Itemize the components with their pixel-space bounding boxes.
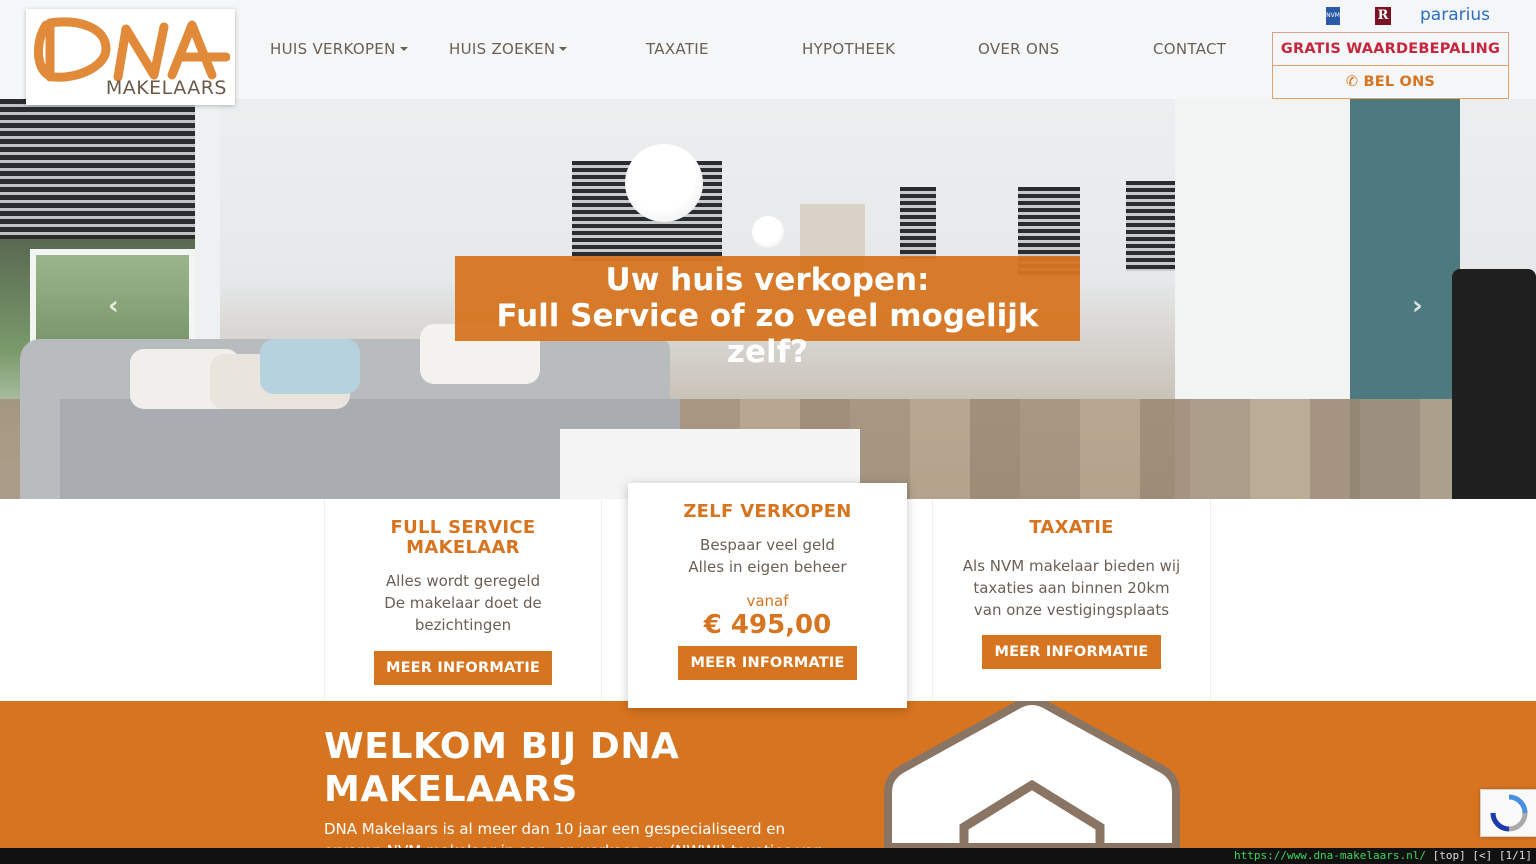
bel-ons-label: BEL ONS [1363, 74, 1436, 90]
logo-subtitle: MAKELAARS [105, 77, 227, 99]
hero-carousel: Uw huis verkopen: Full Service of zo vee… [0, 99, 1536, 499]
card-line: Alles in eigen beheer [688, 558, 847, 576]
house-graphic [884, 701, 1180, 851]
card-line: Als NVM makelaar bieden wij taxaties aan… [962, 557, 1181, 619]
meer-informatie-button[interactable]: MEER INFORMATIE [678, 646, 857, 680]
hero-stove [1452, 269, 1536, 499]
hero-window [1126, 181, 1176, 271]
card-taxatie: TAXATIE Als NVM makelaar bieden wij taxa… [932, 499, 1211, 699]
phone-icon: ✆ [1345, 74, 1359, 90]
hero-blinds [0, 99, 195, 239]
card-line: Bespaar veel geld [700, 536, 835, 554]
nav-over-ons[interactable]: OVER ONS [978, 40, 1059, 58]
status-url: https://www.dna-makelaars.nl/ [1233, 849, 1427, 862]
nav-huis-verkopen[interactable]: HUIS VERKOPEN [270, 40, 408, 58]
nav-contact[interactable]: CONTACT [1153, 40, 1226, 58]
hero-caption: Uw huis verkopen: Full Service of zo vee… [455, 256, 1080, 370]
nav-huis-zoeken[interactable]: HUIS ZOEKEN [449, 40, 568, 58]
card-title: ZELF VERKOPEN [683, 501, 852, 522]
price-prefix: vanaf [746, 592, 789, 610]
welcome-text: DNA Makelaars is al meer dan 10 jaar een… [324, 820, 824, 851]
card-title: TAXATIE [1029, 517, 1114, 538]
card-line: Alles wordt geregeld [385, 572, 541, 590]
hero-window [900, 187, 936, 259]
recaptcha-badge[interactable] [1480, 789, 1536, 837]
price: € 495,00 [703, 610, 832, 640]
hero-caption-line1: Uw huis verkopen: [605, 262, 930, 298]
welcome-title: WELKOM BIJ DNA MAKELAARS [324, 726, 680, 810]
hero-lamp [625, 144, 703, 222]
carousel-next-icon[interactable]: › [1412, 291, 1423, 321]
meer-informatie-button[interactable]: MEER INFORMATIE [982, 635, 1161, 669]
hero-lamp [752, 216, 784, 248]
card-zelf-verkopen: ZELF VERKOPEN Bespaar veel geld Alles in… [628, 483, 907, 708]
nvm-logo[interactable]: NVM [1326, 7, 1340, 25]
nav-hypotheek[interactable]: HYPOTHEEK [802, 40, 895, 58]
dna-makelaars-logo[interactable]: MAKELAARS [26, 9, 235, 105]
dna-logo-mark [33, 17, 230, 82]
r-logo[interactable]: R [1375, 7, 1391, 25]
card-full-service: FULL SERVICE MAKELAAR Alles wordt gerege… [324, 499, 602, 699]
cta-box: GRATIS WAARDEBEPALING ✆ BEL ONS [1272, 32, 1509, 99]
chevron-down-icon [399, 47, 408, 51]
hero-caption-line2: Full Service of zo veel mogelijk zelf? [496, 298, 1039, 370]
partner-logos: NVM R pararius [1320, 5, 1520, 27]
meer-informatie-button[interactable]: MEER INFORMATIE [373, 651, 553, 685]
recaptcha-icon [1490, 794, 1528, 832]
service-cards: FULL SERVICE MAKELAAR Alles wordt gerege… [0, 483, 1536, 708]
nav-taxatie[interactable]: TAXATIE [646, 40, 709, 58]
status-position: [top] [<] [1/1] [1432, 849, 1532, 862]
carousel-prev-icon[interactable]: ‹ [108, 291, 119, 321]
status-bar: https://www.dna-makelaars.nl/ [top] [<] … [0, 848, 1536, 864]
card-title: FULL SERVICE MAKELAAR [390, 517, 536, 558]
chevron-down-icon [559, 47, 568, 51]
site-header: MAKELAARS HUIS VERKOPEN HUIS ZOEKEN TAXA… [0, 0, 1536, 105]
gratis-waardebepaling-button[interactable]: GRATIS WAARDEBEPALING [1272, 32, 1509, 66]
hero-pillow [260, 339, 360, 394]
pararius-logo[interactable]: pararius [1420, 5, 1490, 25]
welcome-section: WELKOM BIJ DNA MAKELAARS DNA Makelaars i… [0, 701, 1536, 851]
card-line: De makelaar doet de bezichtingen [384, 594, 542, 634]
bel-ons-button[interactable]: ✆ BEL ONS [1272, 65, 1509, 99]
